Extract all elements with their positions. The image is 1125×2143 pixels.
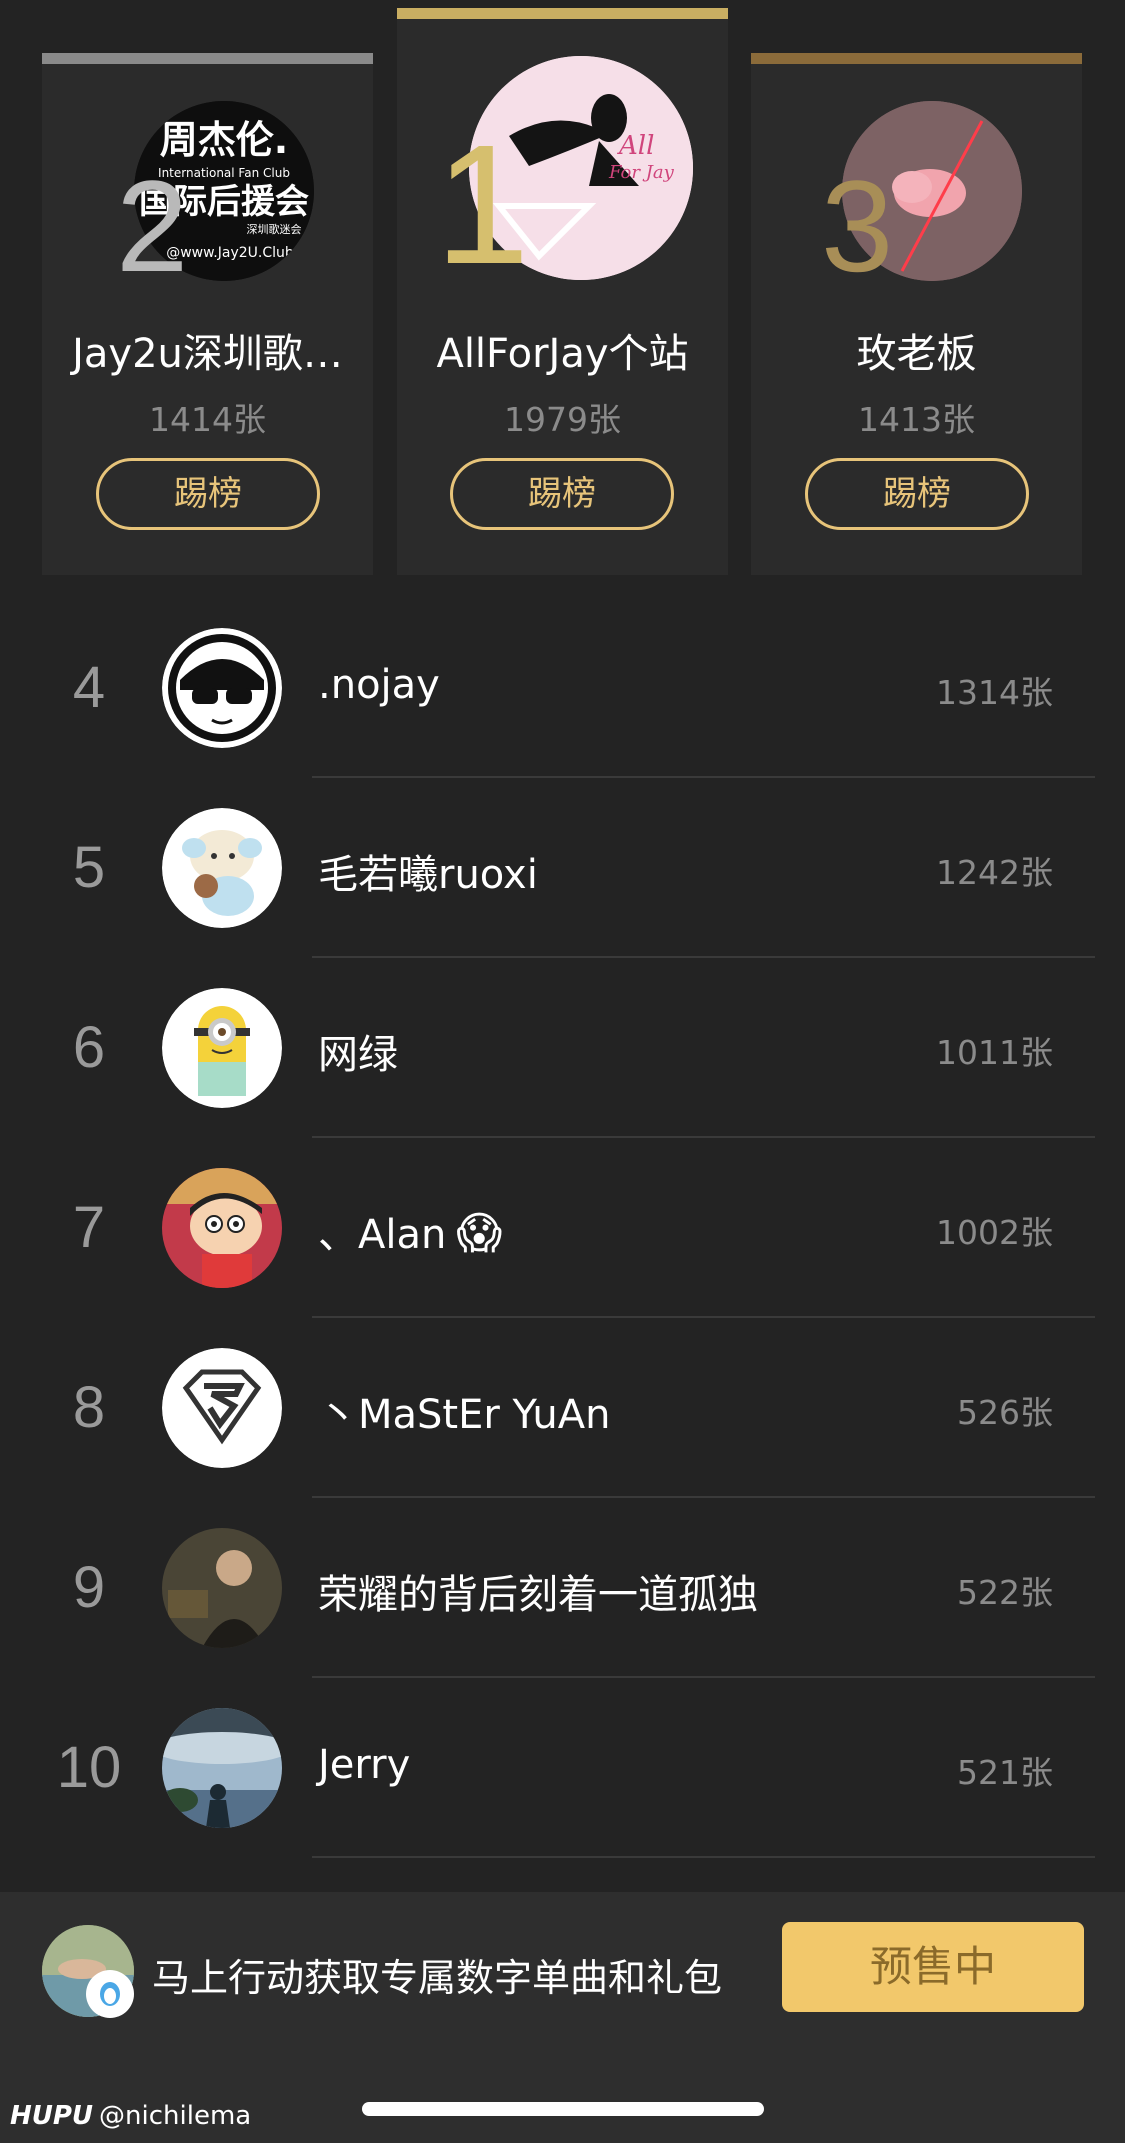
user-name: 荣耀的背后刻着一道孤独 bbox=[318, 1562, 758, 1620]
ticket-count: 522张 bbox=[957, 1573, 1053, 1612]
top-three-podium: 周杰伦. International Fan Club 国际后援会 深圳歌迷会 … bbox=[0, 0, 1125, 580]
ranking-row[interactable]: 6 网绿 1011张 bbox=[0, 958, 1125, 1138]
podium-card-rank-1: All For Jay 1 AllForJay个站 1979张 踢榜 bbox=[397, 8, 728, 575]
penguin-glyph bbox=[100, 1982, 120, 2006]
podium-count: 1979张 bbox=[504, 400, 621, 439]
watermark: HUPU @nichilema bbox=[10, 2101, 251, 2131]
sunglasses-face-icon bbox=[162, 628, 282, 748]
presale-button[interactable]: 预售中 bbox=[782, 1922, 1084, 2012]
qq-penguin-icon bbox=[86, 1970, 134, 2018]
ranking-row[interactable]: 4 .nojay 1314张 bbox=[0, 598, 1125, 778]
ranking-list: 4 .nojay 1314张 5 毛若曦ruoxi 1242张 6 网绿 101… bbox=[0, 598, 1125, 1858]
podium-rank-number: 3 bbox=[821, 153, 894, 299]
plush-toy-icon bbox=[162, 808, 282, 928]
rank-1-bar bbox=[397, 8, 728, 19]
user-name: 丶MaStEr YuAn bbox=[318, 1382, 610, 1440]
user-name-text: 网绿 bbox=[318, 1032, 398, 1078]
ranking-row[interactable]: 8 丶MaStEr YuAn 526张 bbox=[0, 1318, 1125, 1498]
ticket-count: 1002张 bbox=[936, 1213, 1053, 1252]
ticket-count: 521张 bbox=[957, 1753, 1053, 1792]
user-name-text: .nojay bbox=[318, 662, 440, 708]
rank-number: 5 bbox=[72, 835, 106, 900]
podium-count: 1414张 bbox=[149, 400, 266, 439]
watermark-handle: @nichilema bbox=[99, 2101, 252, 2131]
ranking-row[interactable]: 9 荣耀的背后刻着一道孤独 522张 bbox=[0, 1498, 1125, 1678]
rank-number: 7 bbox=[72, 1195, 106, 1260]
rank-number: 4 bbox=[72, 655, 106, 720]
singer-photo-icon bbox=[162, 1528, 282, 1648]
avatar[interactable] bbox=[162, 1708, 282, 1828]
hupu-logo: HUPU bbox=[10, 2101, 94, 2131]
allforjay-logo-text-2: For Jay bbox=[608, 162, 675, 183]
rank-3-bar bbox=[751, 53, 1082, 64]
ticket-count: 526张 bbox=[957, 1393, 1053, 1432]
promo-text: 马上行动获取专属数字单曲和礼包 bbox=[152, 1956, 723, 2000]
rank-number: 9 bbox=[72, 1555, 106, 1620]
avatar[interactable] bbox=[162, 808, 282, 928]
avatar[interactable] bbox=[162, 628, 282, 748]
ticket-count: 1242张 bbox=[936, 853, 1053, 892]
podium-name: 玫老板 bbox=[856, 331, 977, 377]
user-name-text: 荣耀的背后刻着一道孤独 bbox=[318, 1572, 758, 1618]
ranking-row[interactable]: 5 毛若曦ruoxi 1242张 bbox=[0, 778, 1125, 958]
podium-card-rank-3: 3 玫老板 1413张 踢榜 bbox=[751, 53, 1082, 575]
kick-button-rank-2[interactable]: 踢榜 bbox=[96, 458, 320, 530]
avatar[interactable] bbox=[162, 1348, 282, 1468]
rank-number: 10 bbox=[56, 1735, 122, 1800]
cartoon-boy-icon bbox=[162, 1168, 282, 1288]
user-name-text: 丶MaStEr YuAn bbox=[318, 1392, 611, 1438]
podium-rank-number: 1 bbox=[435, 110, 530, 300]
kick-button-rank-1[interactable]: 踢榜 bbox=[450, 458, 674, 530]
avatar[interactable] bbox=[162, 1528, 282, 1648]
avatar[interactable] bbox=[162, 1168, 282, 1288]
user-name: .nojay bbox=[318, 662, 440, 708]
podium-card-rank-2: 周杰伦. International Fan Club 国际后援会 深圳歌迷会 … bbox=[42, 53, 373, 575]
ticket-count: 1314张 bbox=[936, 673, 1053, 712]
row-divider bbox=[312, 1856, 1095, 1858]
user-name: Jerry bbox=[318, 1742, 410, 1788]
superman-shield-icon bbox=[162, 1348, 282, 1468]
rank-number: 6 bbox=[72, 1015, 106, 1080]
scream-emoji-icon: 😱 bbox=[456, 1208, 503, 1259]
ranking-row[interactable]: 10 Jerry 521张 bbox=[0, 1678, 1125, 1858]
allforjay-logo-text-1: All bbox=[617, 131, 654, 161]
ticket-count: 1011张 bbox=[936, 1033, 1053, 1072]
leaderboard-page: 周杰伦. International Fan Club 国际后援会 深圳歌迷会 … bbox=[0, 0, 1125, 2143]
user-name: 网绿 bbox=[318, 1022, 398, 1080]
user-name-text: 、Alan bbox=[318, 1212, 447, 1258]
avatar[interactable] bbox=[162, 988, 282, 1108]
podium-rank-number: 2 bbox=[116, 153, 189, 299]
user-name: 、Alan 😱 bbox=[318, 1202, 502, 1260]
user-name: 毛若曦ruoxi bbox=[318, 842, 538, 900]
ranking-row[interactable]: 7 、Alan 😱 1002张 bbox=[0, 1138, 1125, 1318]
rank-number: 8 bbox=[72, 1375, 106, 1440]
podium-name: Jay2u深圳歌… bbox=[72, 331, 343, 377]
minion-icon bbox=[162, 988, 282, 1108]
seaside-silhouette-icon bbox=[162, 1708, 282, 1828]
kick-button-rank-3[interactable]: 踢榜 bbox=[805, 458, 1029, 530]
podium-count: 1413张 bbox=[858, 400, 975, 439]
podium-name: AllForJay个站 bbox=[436, 331, 689, 377]
rank-2-bar bbox=[42, 53, 373, 64]
jay2u-logo-text-4: 深圳歌迷会 bbox=[247, 222, 302, 236]
user-name-text: 毛若曦ruoxi bbox=[318, 852, 538, 898]
user-name-text: Jerry bbox=[318, 1742, 411, 1788]
home-indicator[interactable] bbox=[362, 2102, 764, 2116]
